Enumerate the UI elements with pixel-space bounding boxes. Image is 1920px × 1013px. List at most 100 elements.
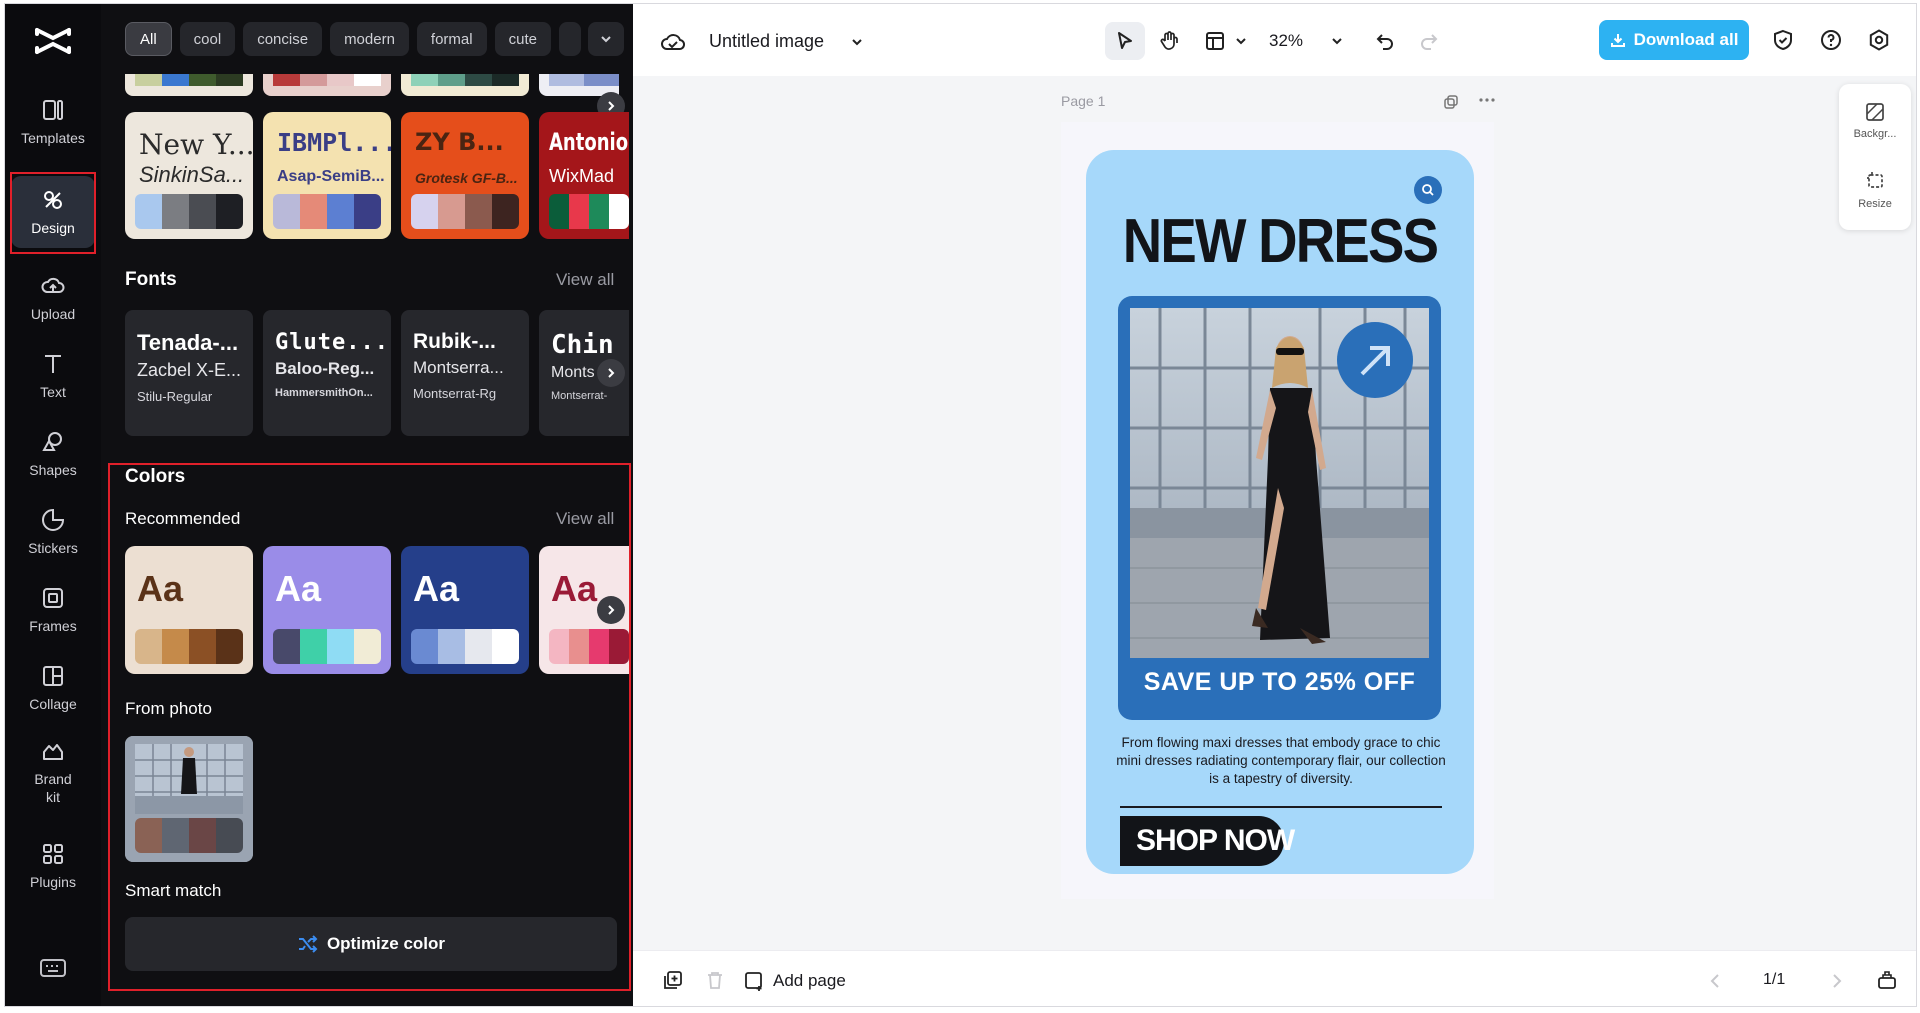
zoom-chevron-down-icon[interactable] <box>1323 27 1351 55</box>
chip-modern[interactable]: modern <box>330 22 409 56</box>
poster-headline[interactable]: NEW DRESS <box>1109 206 1450 277</box>
resize-tool-label[interactable]: Resize <box>1839 198 1911 210</box>
settings-gear-icon[interactable] <box>1865 26 1893 54</box>
more-options-icon[interactable] <box>1473 86 1501 114</box>
resize-icon[interactable] <box>1861 166 1889 194</box>
title-chevron-down-icon[interactable] <box>843 28 871 56</box>
font-title: Chin <box>551 330 619 360</box>
download-all-button[interactable]: Download all <box>1599 20 1749 60</box>
poster[interactable]: NEW DRESS <box>1086 150 1474 874</box>
chip-overflow[interactable] <box>559 22 581 56</box>
chevron-right-icon <box>605 100 617 112</box>
rail-item-templates[interactable]: Templates <box>11 86 95 158</box>
shield-icon[interactable] <box>1769 26 1797 54</box>
pointer-select-icon[interactable] <box>1111 27 1139 55</box>
page-counter: 1/1 <box>1763 971 1785 989</box>
rail-item-label: Collage <box>29 695 76 713</box>
filter-chips: All cool concise modern formal cute <box>125 22 581 56</box>
chip-formal[interactable]: formal <box>417 22 487 56</box>
chip-concise[interactable]: concise <box>243 22 322 56</box>
font-body: Montserrat- <box>551 390 619 402</box>
theme-card[interactable]: IBMPl... Asap-SemiB... <box>263 112 391 239</box>
theme-card[interactable]: New Y... SinkinSa... <box>125 112 253 239</box>
poster-divider-line <box>1120 806 1442 808</box>
duplicate-page-icon[interactable] <box>1437 88 1465 116</box>
add-page-button[interactable]: Add page <box>743 970 846 992</box>
rail-item-shapes[interactable]: Shapes <box>11 418 95 490</box>
font-body: HammersmithOn... <box>275 387 381 399</box>
collage-icon <box>40 663 66 689</box>
redo-icon[interactable] <box>1415 27 1443 55</box>
theme-swatches <box>135 194 243 229</box>
shapes-icon <box>40 429 66 455</box>
font-combo-card[interactable]: Rubik-... Montserra... Montserrat-Rg <box>401 310 529 436</box>
canvas-area[interactable]: Page 1 NEW DRESS <box>633 76 1917 950</box>
theme-card[interactable]: Antonio- WixMad <box>539 112 629 239</box>
rail-item-collage[interactable]: Collage <box>11 652 95 724</box>
font-combo-card[interactable]: Tenada-... Zacbel X-E... Stilu-Regular <box>125 310 253 436</box>
rail-item-brand-kit[interactable]: Brand kit <box>11 730 95 814</box>
page-label: Page 1 <box>1061 93 1105 109</box>
help-icon[interactable] <box>1817 26 1845 54</box>
font-body: Montserrat-Rg <box>413 386 519 401</box>
chip-all[interactable]: All <box>125 22 172 56</box>
chips-expand-button[interactable] <box>588 22 624 56</box>
font-body: Stilu-Regular <box>137 389 243 404</box>
font-subtitle: Baloo-Reg... <box>275 359 381 379</box>
poster-search-icon[interactable] <box>1414 176 1442 204</box>
poster-photo[interactable] <box>1130 308 1429 658</box>
theme-card-partial[interactable] <box>263 74 391 96</box>
background-tool-label[interactable]: Backgr... <box>1839 128 1911 140</box>
undo-icon[interactable] <box>1371 27 1399 55</box>
next-page-icon[interactable] <box>1823 967 1851 995</box>
bottom-bar: Add page 1/1 <box>633 950 1917 1007</box>
layout-icon[interactable] <box>1201 27 1229 55</box>
theme-swatches <box>273 194 381 229</box>
theme-card-partial[interactable] <box>125 74 253 96</box>
rail-item-text[interactable]: Text <box>11 340 95 412</box>
poster-photo-frame[interactable]: SAVE UP TO 25% OFF <box>1118 296 1441 720</box>
keyboard-shortcuts-icon[interactable] <box>39 957 67 979</box>
prev-page-icon[interactable] <box>1701 967 1729 995</box>
layout-chevron-down-icon[interactable] <box>1227 27 1255 55</box>
theme-card-partial[interactable] <box>401 74 529 96</box>
plugins-icon <box>40 841 66 867</box>
frames-icon <box>40 585 66 611</box>
fonts-view-all-link[interactable]: View all <box>556 270 614 290</box>
zoom-level[interactable]: 32% <box>1269 31 1303 51</box>
document-title[interactable]: Untitled image <box>709 31 824 52</box>
page-manager-icon[interactable] <box>1873 966 1901 994</box>
delete-page-icon[interactable] <box>701 966 729 994</box>
rail-item-label: Stickers <box>28 539 78 557</box>
rail-item-label: Brand kit <box>29 770 77 806</box>
poster-save-text[interactable]: SAVE UP TO 25% OFF <box>1118 668 1441 697</box>
design-page[interactable]: NEW DRESS <box>1061 122 1494 899</box>
add-page-label: Add page <box>773 971 846 991</box>
brand-kit-icon <box>40 738 66 764</box>
rail-item-frames[interactable]: Frames <box>11 574 95 646</box>
rail-item-plugins[interactable]: Plugins <box>11 830 95 902</box>
colors-highlight-box <box>108 463 631 991</box>
rail-item-label: Templates <box>21 129 85 147</box>
capcut-logo-icon[interactable] <box>33 24 73 58</box>
rail-item-stickers[interactable]: Stickers <box>11 496 95 568</box>
rail-item-upload[interactable]: Upload <box>11 262 95 334</box>
chip-cool[interactable]: cool <box>180 22 236 56</box>
hand-pan-icon[interactable] <box>1155 27 1183 55</box>
font-combo-card[interactable]: Glute... Baloo-Reg... HammersmithOn... <box>263 310 391 436</box>
add-page-copy-icon[interactable] <box>659 966 687 994</box>
background-icon[interactable] <box>1861 98 1889 126</box>
fonts-next-button[interactable] <box>597 359 625 387</box>
cloud-sync-icon[interactable] <box>659 28 687 56</box>
top-bar: Untitled image 32% Download all <box>633 4 1917 76</box>
model-photo-image <box>1130 308 1429 658</box>
download-all-label: Download all <box>1634 30 1739 50</box>
theme-title-font: Antonio- <box>549 128 629 156</box>
theme-card[interactable]: ZY B... Grotesk GF-B... <box>401 112 529 239</box>
font-subtitle: Zacbel X-E... <box>137 360 243 381</box>
poster-description[interactable]: From flowing maxi dresses that embody gr… <box>1116 734 1446 788</box>
templates-icon <box>40 97 66 123</box>
chip-cute[interactable]: cute <box>495 22 551 56</box>
poster-shop-now-button[interactable]: SHOP NOW <box>1120 816 1284 866</box>
theme-title-font: ZY B... <box>415 128 504 156</box>
